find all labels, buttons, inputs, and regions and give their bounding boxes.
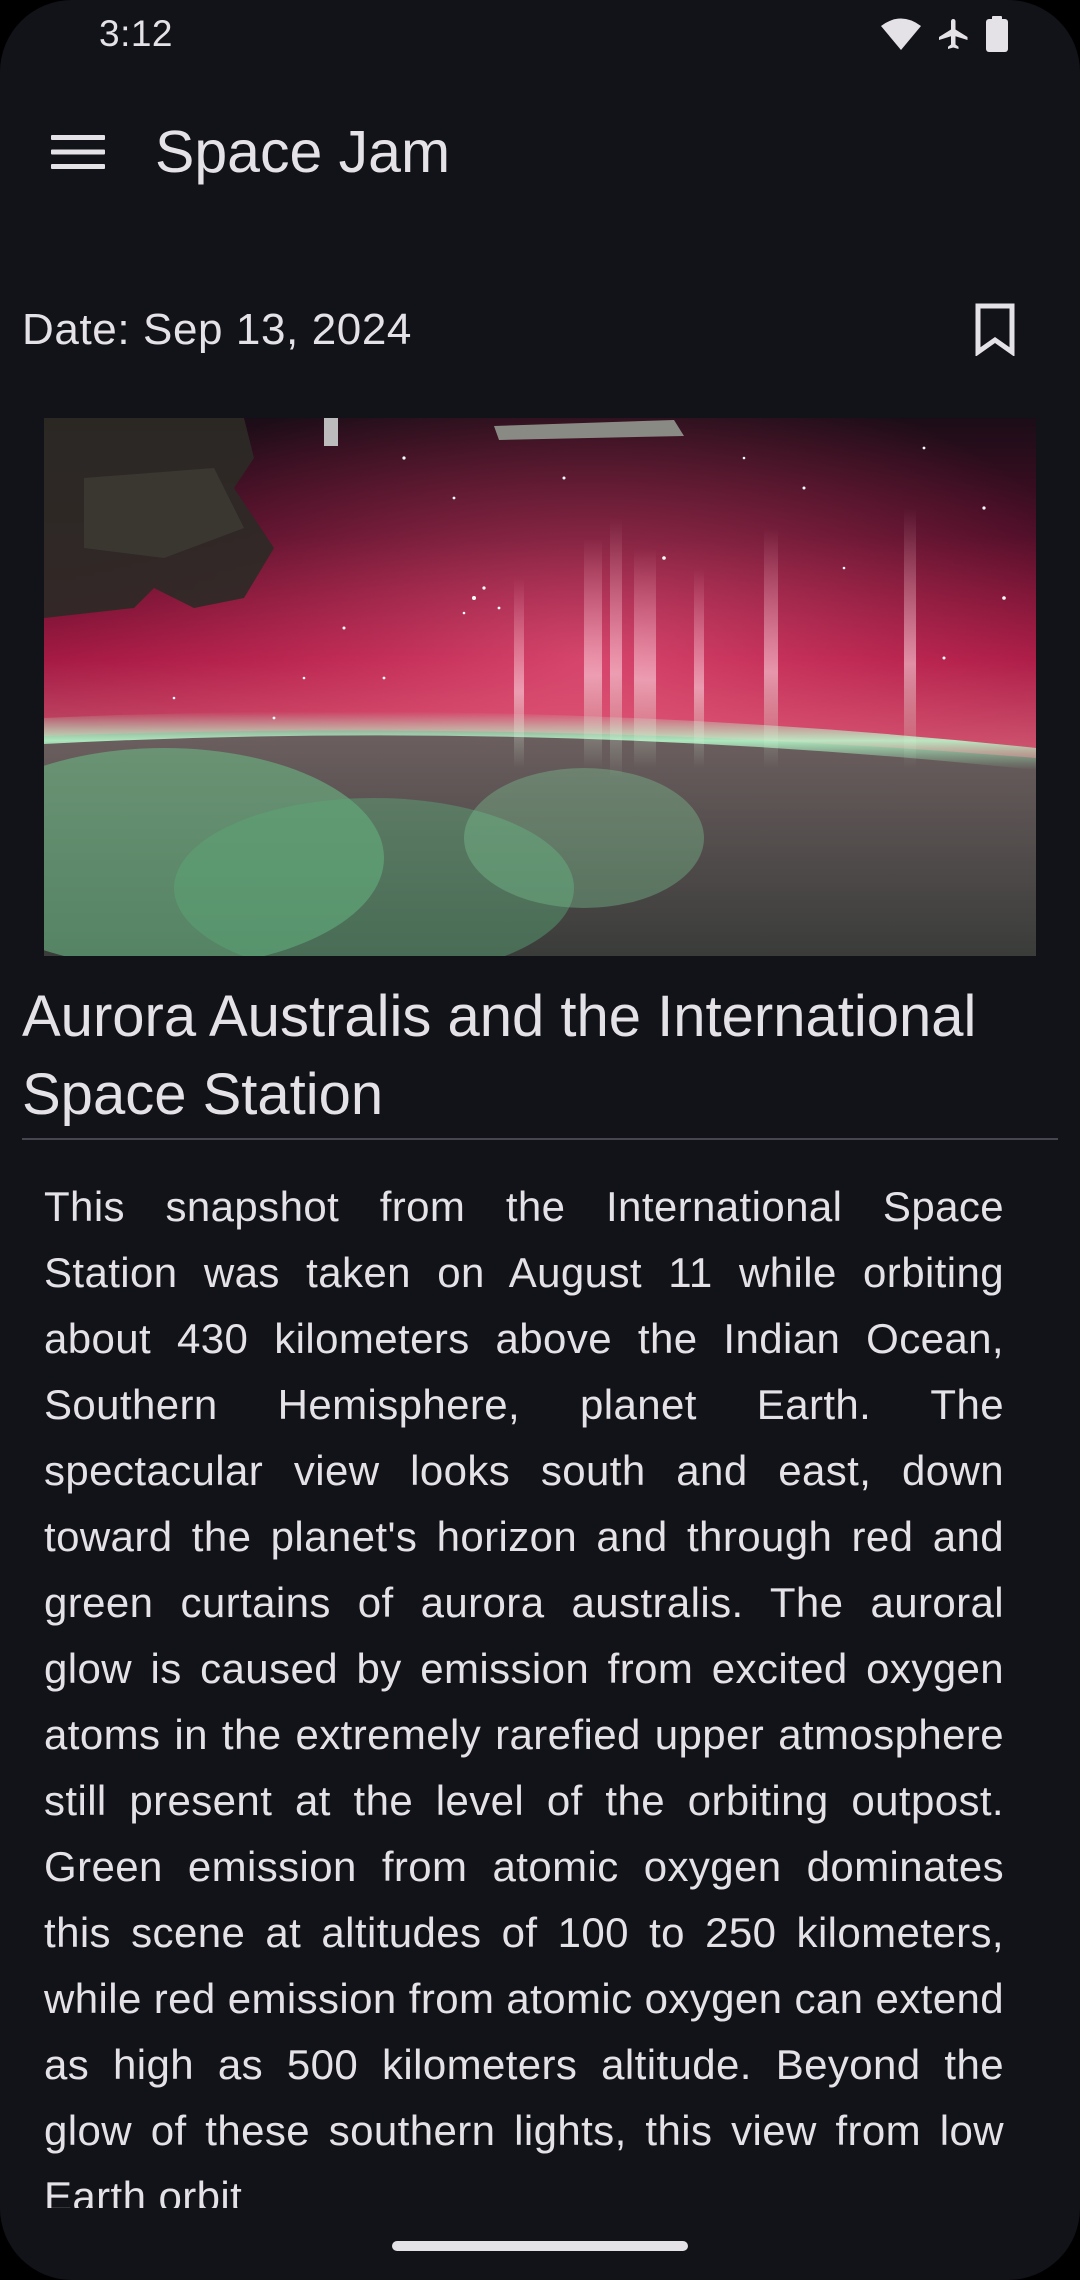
wifi-icon [880,17,922,51]
gesture-navigation-bar[interactable] [392,2241,688,2251]
date-label: Date: Sep 13, 2024 [22,305,412,354]
app-title: Space Jam [155,119,451,185]
date-row: Date: Sep 13, 2024 [22,296,1058,366]
bookmark-outline-icon [974,302,1016,361]
apod-image[interactable] [44,418,1036,956]
menu-button[interactable] [33,109,123,199]
apod-title: Aurora Australis and the International S… [22,984,977,1127]
apod-description: This snapshot from the International Spa… [44,1183,1004,2208]
screen: 3:12 Space Jam Date: Sep 13, 2024 Aurora… [0,0,1080,2280]
airplane-mode-icon [936,16,972,52]
menu-icon [51,134,105,175]
status-bar: 3:12 [0,0,1080,66]
title-divider [22,1138,1058,1140]
status-icons [880,16,1008,52]
status-time: 3:12 [99,13,174,54]
battery-icon [986,16,1008,52]
bookmark-button[interactable] [960,296,1030,366]
top-app-bar: Space Jam [0,88,1080,220]
